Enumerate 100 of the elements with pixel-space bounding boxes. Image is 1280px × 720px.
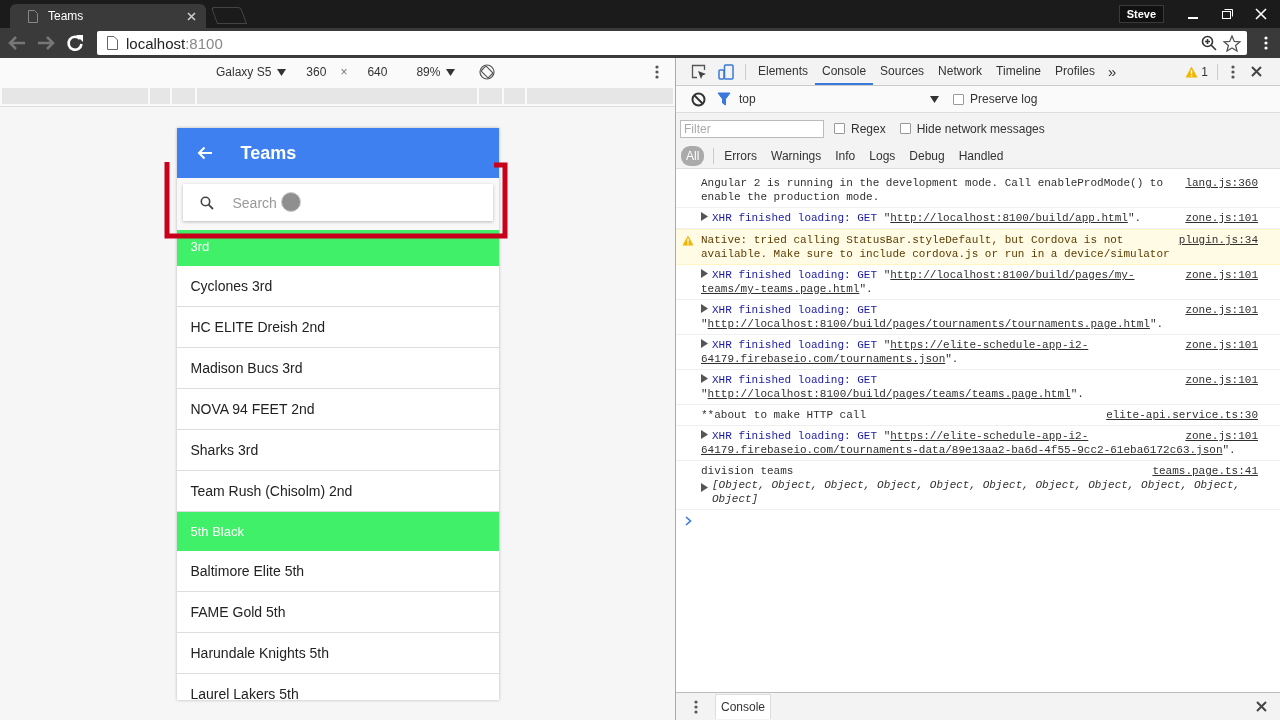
height-field[interactable]: 640: [367, 65, 388, 79]
expand-icon[interactable]: [701, 339, 708, 348]
rotate-icon[interactable]: [479, 64, 496, 80]
list-item[interactable]: HC ELITE Dreish 2nd: [176, 307, 499, 348]
checkbox[interactable]: [899, 123, 911, 134]
width-field[interactable]: 360: [306, 65, 327, 79]
device-icon[interactable]: [718, 63, 734, 80]
quote-mark: ": [883, 430, 891, 442]
profile-name[interactable]: Steve: [1118, 5, 1164, 23]
url-link[interactable]: https://elite-schedule-app-i2-: [890, 430, 1089, 442]
url-link[interactable]: 64179.firebaseio.com/tournaments-data/89e13aa2-ba6d-4f55-9cc2-61eba6172c63.json: [701, 444, 1223, 456]
quote-mark: ".: [1070, 388, 1084, 400]
quote-mark: ".: [859, 283, 873, 295]
search-icon: [199, 195, 214, 210]
url-link[interactable]: teams/my-teams.page.html: [701, 283, 860, 295]
drawer-tab[interactable]: Console: [715, 694, 772, 719]
level-filter[interactable]: Debug: [904, 146, 950, 166]
address-bar[interactable]: localhost:8100: [97, 31, 1247, 55]
source-link[interactable]: teams.page.ts:41: [1152, 464, 1258, 478]
url-host: localhost: [126, 34, 186, 52]
list-item[interactable]: Laurel Lakers 5th: [176, 674, 499, 700]
browser-tab[interactable]: Teams: [10, 4, 206, 28]
device-select[interactable]: Galaxy S5: [216, 65, 287, 79]
filter-field[interactable]: Filter: [680, 119, 824, 138]
url-link[interactable]: https://elite-schedule-app-i2-: [890, 339, 1089, 351]
prompt-icon[interactable]: [685, 516, 692, 526]
list-item[interactable]: Harundale Knights 5th: [176, 633, 499, 674]
source-link[interactable]: zone.js:101: [1185, 211, 1258, 225]
list-item[interactable]: NOVA 94 FEET 2nd: [176, 389, 499, 430]
source-link[interactable]: zone.js:101: [1185, 303, 1258, 317]
list-item[interactable]: Cyclones 3rd: [176, 266, 499, 307]
zoom-select[interactable]: 89%: [416, 65, 456, 79]
inspect-icon[interactable]: [691, 63, 707, 80]
level-filter[interactable]: Errors: [719, 146, 762, 166]
more-icon[interactable]: [655, 65, 659, 79]
source-link[interactable]: plugin.js:34: [1178, 233, 1258, 247]
panel-tab[interactable]: Sources: [873, 58, 932, 85]
quote-mark: ": [883, 212, 891, 224]
back-icon[interactable]: [8, 35, 26, 51]
url-link[interactable]: http://localhost:8100/build/pages/my-: [890, 269, 1135, 281]
list-item[interactable]: Madison Bucs 3rd: [176, 348, 499, 389]
clear-icon[interactable]: [691, 91, 706, 107]
url-link[interactable]: http://localhost:8100/build/pages/tournaments/tournaments.page.html: [707, 318, 1150, 330]
caret-icon: [277, 67, 287, 77]
source-link[interactable]: zone.js:101: [1185, 373, 1258, 387]
level-filter[interactable]: Handled: [953, 146, 1009, 166]
expand-icon[interactable]: [701, 269, 708, 278]
star-icon[interactable]: [1223, 34, 1241, 52]
source-link[interactable]: lang.js:360: [1185, 176, 1258, 190]
expand-icon[interactable]: [701, 304, 708, 313]
list-item[interactable]: Baltimore Elite 5th: [176, 551, 499, 592]
filter-icon[interactable]: [717, 92, 731, 106]
panel-tab[interactable]: Network: [931, 58, 990, 85]
url-link[interactable]: http://localhost:8100/build/app.html: [890, 212, 1128, 224]
log-message: division teams: [701, 465, 794, 477]
quote-mark: ": [701, 318, 708, 330]
more-tabs-button[interactable]: »: [1102, 63, 1123, 80]
panel-tab[interactable]: Profiles: [1048, 58, 1103, 85]
url-link[interactable]: 64179.firebaseio.com/tournaments.json: [701, 353, 946, 365]
url-port: :8100: [185, 34, 223, 52]
context-select[interactable]: top: [739, 92, 939, 106]
checkbox[interactable]: [834, 123, 845, 134]
expand-icon[interactable]: [701, 374, 708, 383]
object-preview[interactable]: [Object, Object, Object, Object, Object, Object, Object, Object, Object, Object, Object]: [712, 478, 1258, 506]
checkbox[interactable]: [953, 93, 964, 105]
option-label: Preserve log: [970, 92, 1038, 106]
level-filter[interactable]: Warnings: [766, 146, 827, 166]
menu-icon[interactable]: [694, 699, 698, 714]
level-filter[interactable]: Logs: [864, 146, 901, 166]
close-icon[interactable]: [1251, 66, 1262, 77]
search-box[interactable]: Search: [182, 184, 493, 221]
expand-icon[interactable]: [701, 483, 708, 492]
page-icon: [28, 9, 38, 23]
log-message: Native: tried calling StatusBar.styleDefault, but Cordova is not available. Make sure to include cordova.js or run in a device/simulator: [701, 234, 1170, 260]
panel-tab[interactable]: Elements: [751, 58, 816, 85]
back-arrow-icon[interactable]: [196, 146, 213, 160]
log-message: **about to make HTTP call: [701, 409, 867, 421]
source-link[interactable]: zone.js:101: [1185, 429, 1258, 443]
close-icon[interactable]: [1256, 701, 1267, 712]
menu-icon[interactable]: [1264, 36, 1268, 50]
list-item[interactable]: FAME Gold 5th: [176, 592, 499, 633]
panel-tab[interactable]: Timeline: [989, 58, 1048, 85]
zoom-icon[interactable]: [1201, 35, 1217, 51]
list-item[interactable]: Sharks 3rd: [176, 430, 499, 471]
search-field[interactable]: Search: [230, 193, 435, 212]
option-label: Hide network messages: [916, 121, 1045, 136]
url-link[interactable]: http://localhost:8100/build/pages/teams/teams.page.html: [707, 388, 1071, 400]
source-link[interactable]: elite-api.service.ts:30: [1106, 408, 1258, 422]
level-filter[interactable]: Info: [830, 146, 861, 166]
menu-icon[interactable]: [1231, 64, 1235, 79]
warning-icon: [682, 235, 694, 246]
expand-icon[interactable]: [701, 212, 708, 221]
quote-mark: ".: [1127, 212, 1142, 224]
source-link[interactable]: zone.js:101: [1185, 268, 1258, 282]
quote-mark: ": [883, 339, 891, 351]
forward-icon[interactable]: [37, 35, 55, 51]
reload-icon[interactable]: [66, 34, 84, 52]
expand-icon[interactable]: [701, 430, 708, 439]
warning-count[interactable]: 1: [1201, 64, 1208, 79]
source-link[interactable]: zone.js:101: [1185, 338, 1258, 352]
